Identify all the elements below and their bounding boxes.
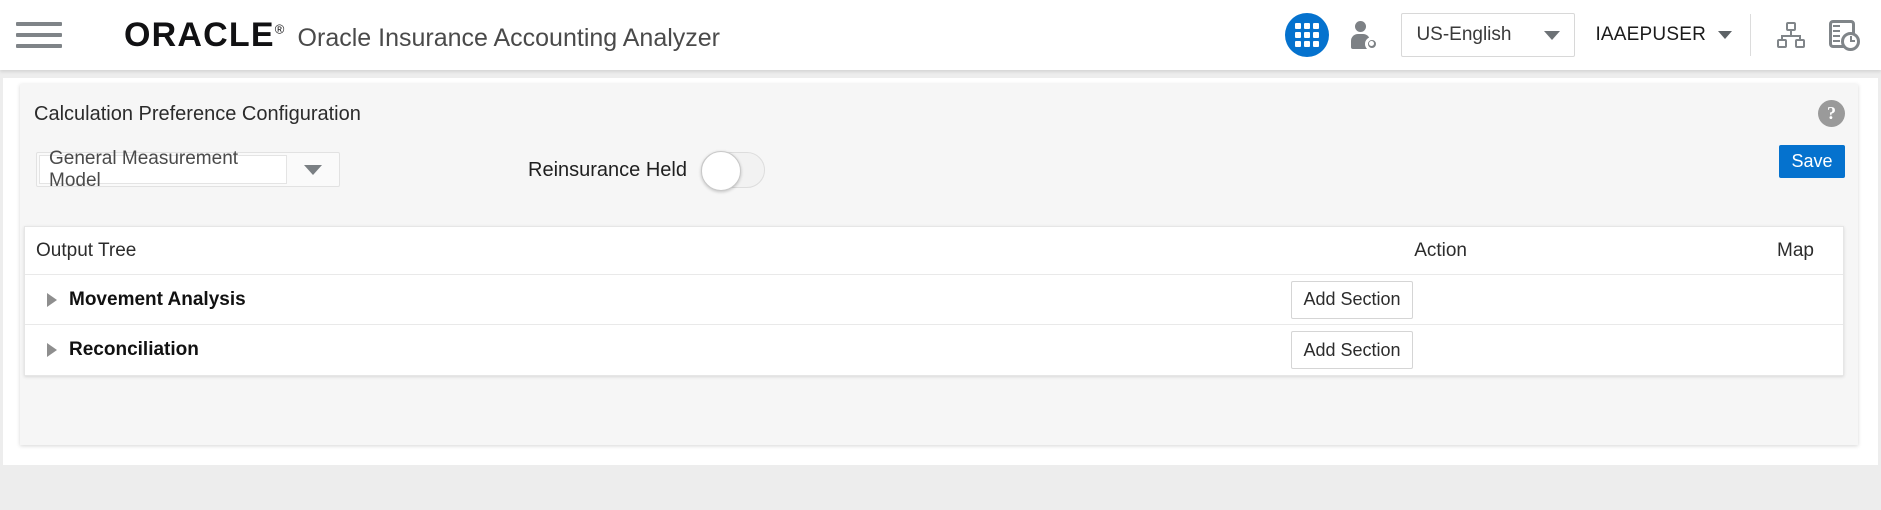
tree-cell: Reconciliation — [25, 339, 1283, 361]
save-button[interactable]: Save — [1779, 145, 1845, 178]
hamburger-bar — [16, 22, 62, 26]
application-window: ORACLE® Oracle Insurance Accounting Anal… — [0, 0, 1881, 510]
apps-grid-icon[interactable] — [1285, 13, 1330, 57]
language-select-value: US-English — [1416, 24, 1512, 45]
user-name-label: IAAEPUSER — [1595, 24, 1706, 45]
tree-cell: Movement Analysis — [25, 289, 1283, 311]
document-lines — [1833, 25, 1840, 45]
hierarchy-node — [1777, 39, 1787, 48]
language-select[interactable]: US-English — [1401, 13, 1576, 57]
column-header-map: Map — [1777, 239, 1814, 261]
chevron-right-icon[interactable] — [47, 343, 57, 357]
panel-title: Calculation Preference Configuration — [34, 103, 361, 125]
hamburger-menu-icon[interactable] — [16, 22, 62, 48]
page-title: Oracle Insurance Accounting Analyzer — [297, 24, 721, 52]
output-tree-table: Output Tree Action Map Movement Analysis… — [24, 226, 1844, 376]
oracle-logo: ORACLE® — [124, 18, 286, 52]
hierarchy-node — [1795, 39, 1805, 48]
table-row: Reconciliation Add Section — [25, 325, 1843, 375]
hamburger-bar — [16, 44, 62, 48]
brand-area: ORACLE® Oracle Insurance Accounting Anal… — [124, 18, 720, 52]
grid-dots — [1295, 23, 1320, 47]
toggle-knob — [700, 151, 741, 191]
help-question-icon[interactable]: ? — [1818, 100, 1845, 127]
hierarchy-node — [1786, 22, 1796, 31]
table-row: Movement Analysis Add Section — [25, 275, 1843, 325]
column-header-output-tree: Output Tree — [36, 239, 137, 261]
action-cell: Add Section — [1283, 331, 1583, 369]
header-divider — [1750, 14, 1751, 56]
registered-mark: ® — [274, 21, 286, 37]
reinsurance-held-toggle[interactable] — [700, 151, 765, 191]
user-menu[interactable]: IAAEPUSER — [1595, 24, 1732, 46]
user-settings-icon[interactable] — [1349, 18, 1380, 52]
chevron-down-icon — [304, 164, 322, 175]
page-background-strip — [0, 465, 1881, 510]
hamburger-bar — [16, 33, 62, 37]
header-actions: US-English IAAEPUSER — [1285, 0, 1881, 70]
chevron-down-icon — [1544, 30, 1561, 40]
measurement-model-select-button[interactable] — [287, 153, 339, 186]
reinsurance-held-row: Reinsurance Held — [528, 151, 765, 191]
measurement-model-select[interactable]: General Measurement Model — [36, 148, 340, 191]
tree-node-label: Movement Analysis — [69, 288, 246, 310]
clock-hand — [1850, 40, 1855, 42]
add-section-button[interactable]: Add Section — [1291, 331, 1413, 369]
reinsurance-held-label: Reinsurance Held — [528, 158, 687, 181]
add-section-button[interactable]: Add Section — [1291, 280, 1413, 319]
column-header-action: Action — [1414, 239, 1467, 261]
action-cell: Add Section — [1283, 280, 1583, 319]
top-header-bar: ORACLE® Oracle Insurance Accounting Anal… — [0, 0, 1881, 70]
measurement-model-select-value: General Measurement Model — [39, 148, 287, 191]
user-head-shape — [1355, 21, 1367, 32]
chevron-down-icon — [1718, 31, 1732, 39]
document-clock-icon[interactable] — [1829, 20, 1860, 51]
org-hierarchy-icon[interactable] — [1777, 22, 1805, 48]
hierarchy-line — [1782, 35, 1800, 37]
oracle-wordmark: ORACLE — [124, 16, 275, 54]
chevron-right-icon[interactable] — [47, 292, 57, 307]
tree-node-label: Reconciliation — [69, 339, 199, 360]
table-header-row: Output Tree Action Map — [25, 227, 1843, 275]
